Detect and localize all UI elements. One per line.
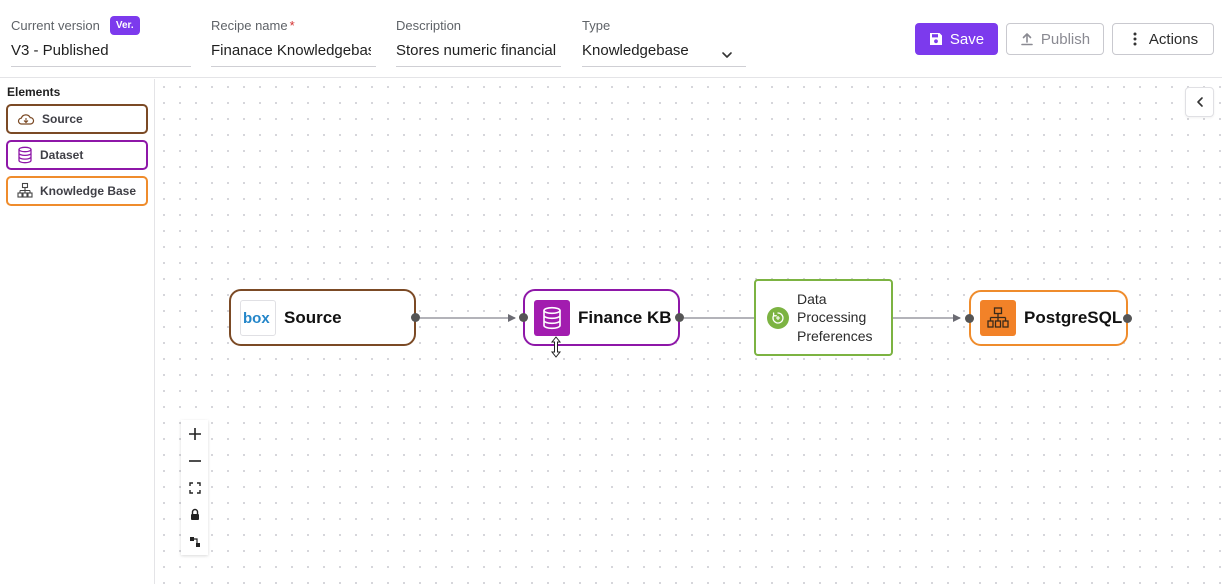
actions-button[interactable]: Actions: [1112, 23, 1214, 55]
box-logo-icon: box: [240, 299, 276, 336]
database-icon: [534, 299, 570, 336]
current-version-label: Current version: [11, 17, 100, 33]
node-finance-title: Finance KB: [578, 307, 672, 327]
publish-button[interactable]: Publish: [1006, 23, 1104, 55]
knowledge-base-icon: [17, 182, 33, 198]
element-knowledge-base[interactable]: Knowledge Base: [6, 176, 148, 206]
knowledge-base-icon: [980, 300, 1016, 336]
lock-button[interactable]: [181, 501, 208, 528]
node-postgres-output-handle[interactable]: [1123, 313, 1132, 323]
element-dataset-label: Dataset: [40, 148, 84, 162]
recipe-name-label: Recipe name: [211, 17, 288, 33]
database-icon: [18, 146, 32, 164]
element-source[interactable]: Source: [6, 104, 148, 134]
node-data-processing-preferences[interactable]: Data Processing Preferences: [754, 279, 893, 356]
node-finance-kb[interactable]: Finance KB: [519, 289, 684, 346]
lock-icon: [190, 508, 199, 520]
node-dpp-line-1: Data: [797, 290, 827, 307]
upload-icon: [1021, 33, 1033, 46]
type-select[interactable]: Type Knowledgebase: [582, 14, 746, 67]
node-source[interactable]: box Source: [229, 289, 420, 346]
recipe-header: Current version Ver. V3 - Published Reci…: [0, 0, 1222, 78]
svg-text:box: box: [243, 310, 270, 326]
layout-icon: [189, 536, 200, 547]
node-dpp-line-2: Processing: [797, 309, 867, 326]
fit-view-button[interactable]: [181, 474, 208, 501]
current-version-field: Current version Ver. V3 - Published: [11, 14, 191, 67]
collapse-panel-button[interactable]: [1185, 87, 1214, 117]
chevron-left-icon: [1196, 97, 1203, 107]
actions-label: Actions: [1148, 30, 1199, 48]
node-source-title: Source: [284, 307, 342, 327]
current-version-value: V3 - Published: [11, 42, 109, 59]
canvas-controls: [181, 420, 208, 555]
elements-sidebar: Elements Source Dataset Knowledge Base: [0, 79, 155, 584]
node-postgres-title: PostgreSQL: [1024, 308, 1123, 327]
resize-cursor-icon: [550, 336, 562, 358]
element-dataset[interactable]: Dataset: [6, 140, 148, 170]
recipe-name-input[interactable]: Finanace Knowledgebase: [211, 42, 371, 62]
description-field[interactable]: Description Stores numeric financial dat…: [396, 14, 561, 67]
zoom-out-icon: [188, 459, 201, 462]
description-label: Description: [396, 17, 462, 33]
required-marker: *: [289, 17, 295, 33]
node-dpp-label: Data Processing Preferences: [797, 290, 872, 346]
recipe-name-field[interactable]: Recipe name * Finanace Knowledgebase: [211, 14, 376, 67]
element-knowledge-base-label: Knowledge Base: [40, 184, 137, 198]
save-icon: [929, 33, 942, 45]
publish-label: Publish: [1040, 30, 1091, 48]
save-button[interactable]: Save: [915, 23, 998, 55]
auto-layout-button[interactable]: [181, 528, 208, 555]
recycle-icon: [767, 306, 789, 329]
node-finance-input-handle[interactable]: [519, 313, 528, 322]
zoom-in-icon: [188, 427, 201, 440]
element-source-label: Source: [42, 112, 83, 126]
fit-view-icon: [188, 481, 201, 494]
elements-title: Elements: [7, 85, 61, 99]
zoom-in-button[interactable]: [181, 420, 208, 447]
more-vertical-icon: [1133, 32, 1137, 46]
zoom-out-button[interactable]: [181, 447, 208, 474]
version-badge-button[interactable]: Ver.: [109, 15, 140, 35]
node-finance-output-handle[interactable]: [675, 313, 684, 322]
node-postgresql[interactable]: PostgreSQL: [965, 290, 1132, 346]
cloud-icon: [17, 114, 35, 125]
node-dpp-line-3: Preferences: [797, 327, 873, 344]
description-input[interactable]: Stores numeric financial data: [396, 42, 559, 62]
type-label: Type: [582, 17, 611, 33]
save-label: Save: [949, 30, 985, 48]
node-postgres-input-handle[interactable]: [965, 313, 974, 323]
chevron-down-icon: [722, 52, 732, 58]
node-source-output-handle[interactable]: [411, 313, 420, 322]
